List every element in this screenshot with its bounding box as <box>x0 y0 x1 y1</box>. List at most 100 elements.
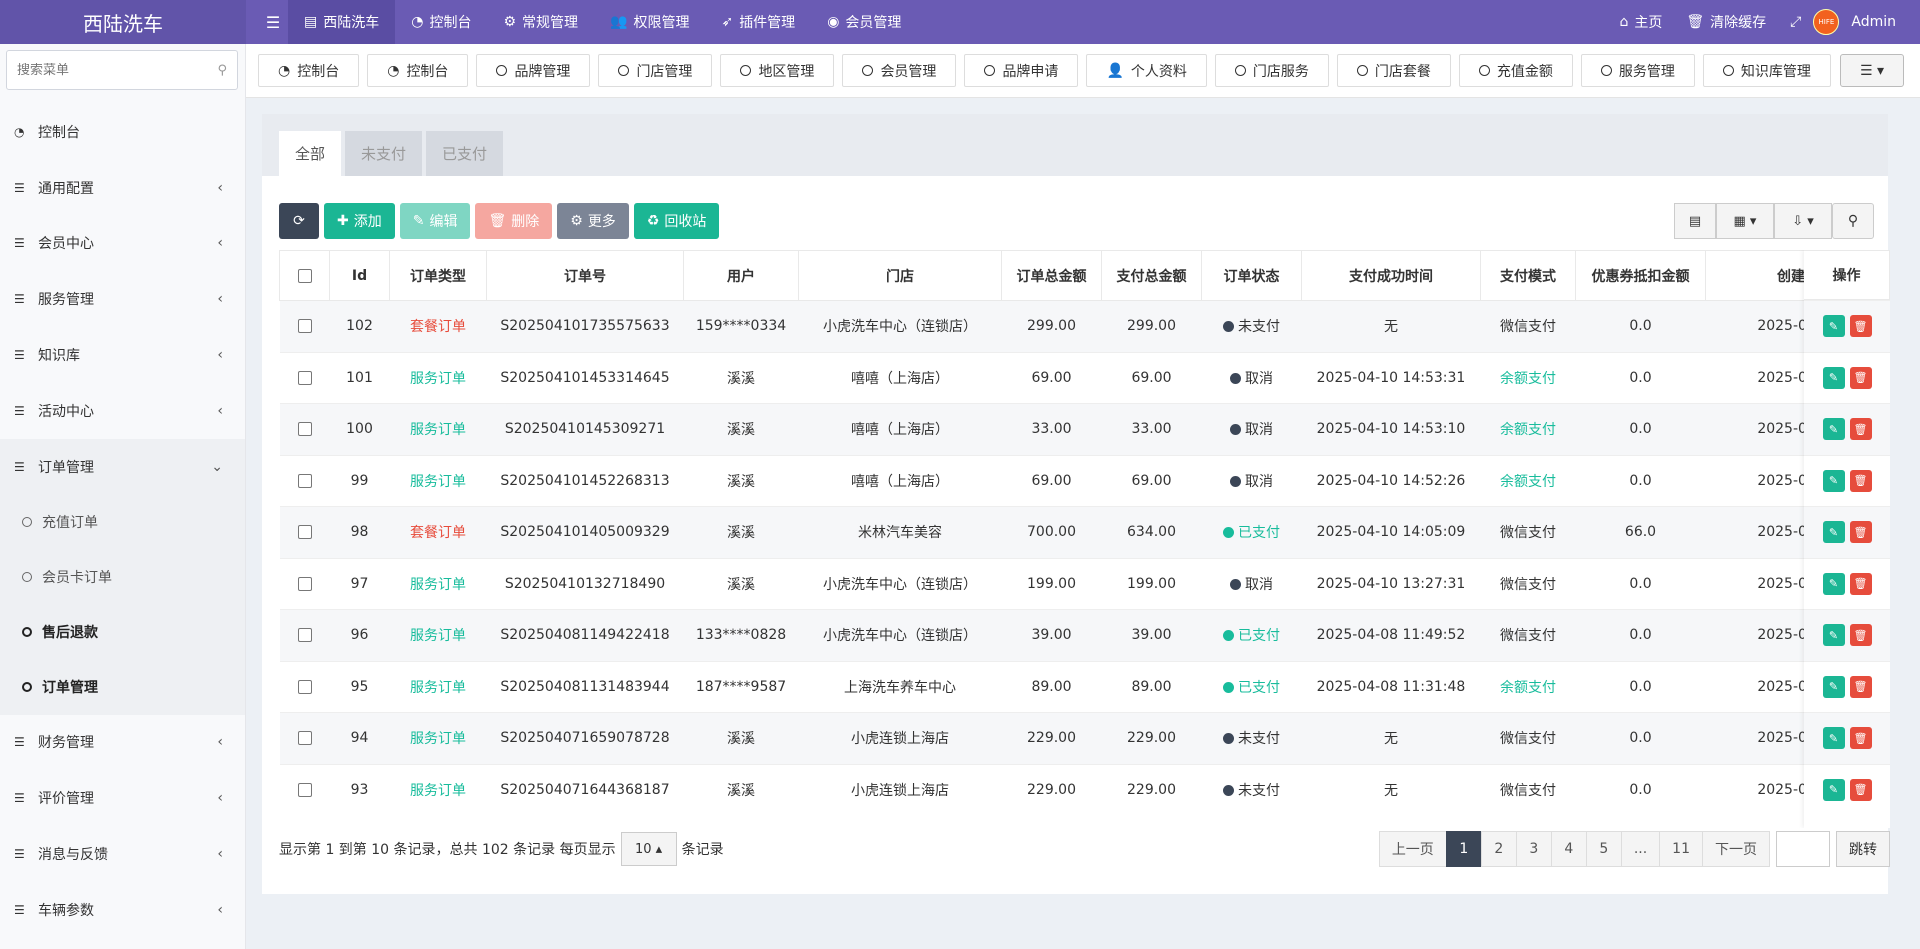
search-input[interactable] <box>17 62 197 78</box>
page-button[interactable]: 5 <box>1585 831 1622 867</box>
jump-page-input[interactable] <box>1776 831 1830 867</box>
row-checkbox[interactable] <box>297 576 312 591</box>
tab-0[interactable]: ◔ 控制台 <box>258 54 360 87</box>
app-logo[interactable]: 西陆洗车 <box>0 0 246 44</box>
page-button[interactable]: 下一页 <box>1702 831 1770 867</box>
delete-row-button[interactable]: 🗑 <box>1849 521 1872 544</box>
page-size-select[interactable]: 10 ▴ <box>620 832 677 866</box>
jump-button[interactable]: 跳转 <box>1836 831 1890 867</box>
table-search-button[interactable]: ⚲ <box>1832 203 1874 239</box>
row-checkbox[interactable] <box>297 679 312 694</box>
tab-3[interactable]: 门店管理 <box>598 54 713 87</box>
sidebar-item2-3[interactable]: ☰ 车辆参数 ‹ <box>0 882 245 938</box>
tab-7[interactable]: 👤 个人资料 <box>1086 54 1207 87</box>
export-button[interactable]: ⇩ ▾ <box>1774 203 1832 239</box>
edit-row-button[interactable]: ✎ <box>1822 521 1845 544</box>
filter-tab-2[interactable]: 已支付 <box>426 131 504 176</box>
page-button[interactable]: 2 <box>1480 831 1517 867</box>
page-button[interactable]: 1 <box>1445 831 1482 867</box>
row-checkbox[interactable] <box>297 525 312 540</box>
page-button[interactable]: 上一页 <box>1378 831 1447 867</box>
edit-row-button[interactable]: ✎ <box>1822 727 1845 750</box>
delete-row-button[interactable]: 🗑 <box>1849 469 1872 492</box>
toggle-view-button[interactable]: ▤ <box>1674 203 1716 239</box>
page-button[interactable]: 3 <box>1515 831 1552 867</box>
filter-tab-1[interactable]: 未支付 <box>345 131 423 176</box>
row-checkbox[interactable] <box>297 731 312 746</box>
edit-row-button[interactable]: ✎ <box>1822 315 1845 338</box>
delete-row-button[interactable]: 🗑 <box>1849 366 1872 389</box>
tab-1[interactable]: ◔ 控制台 <box>367 54 469 87</box>
sidebar-toggle-icon[interactable]: ☰ <box>258 13 288 32</box>
tab-9[interactable]: 门店套餐 <box>1336 54 1451 87</box>
row-checkbox[interactable] <box>297 422 312 437</box>
tabs-menu-button[interactable]: ☰ ▾ <box>1840 54 1904 87</box>
edit-row-button[interactable]: ✎ <box>1822 675 1845 698</box>
page-button[interactable]: 11 <box>1659 831 1703 867</box>
table-row[interactable]: 96 服务订单 S202504081149422418 133****0828 小虎洗车… <box>279 609 1890 661</box>
row-checkbox[interactable] <box>297 473 312 488</box>
sidebar-item-2[interactable]: ☰ 会员中心 ‹ <box>0 216 245 272</box>
edit-row-button[interactable]: ✎ <box>1822 624 1845 647</box>
tab-4[interactable]: 地区管理 <box>720 54 835 87</box>
clear-cache-button[interactable]: 🗑 清除缓存 <box>1674 12 1778 32</box>
menu-search[interactable]: ⚲ <box>6 50 238 90</box>
edit-row-button[interactable]: ✎ <box>1822 778 1845 801</box>
home-link[interactable]: ⌂ 主页 <box>1608 12 1675 32</box>
row-checkbox[interactable] <box>297 783 312 797</box>
sidebar-item-0[interactable]: ◔ 控制台 <box>0 104 245 160</box>
edit-row-button[interactable]: ✎ <box>1822 366 1845 389</box>
row-checkbox[interactable] <box>297 319 312 334</box>
table-row[interactable]: 102 套餐订单 S202504101735575633 159****0334 小虎洗… <box>279 300 1890 352</box>
delete-row-button[interactable]: 🗑 <box>1849 675 1872 698</box>
sidebar-item2-1[interactable]: ☰ 评价管理 ‹ <box>0 770 245 826</box>
topnav-item-2[interactable]: ⚙ 常规管理 <box>487 0 594 44</box>
edit-row-button[interactable]: ✎ <box>1822 572 1845 595</box>
edit-row-button[interactable]: ✎ <box>1822 469 1845 492</box>
topnav-item-4[interactable]: ➶ 插件管理 <box>705 0 811 44</box>
sidebar-item-6[interactable]: ☰ 订单管理 ⌄ <box>0 438 245 495</box>
delete-row-button[interactable]: 🗑 <box>1849 315 1872 338</box>
sidebar-subitem-3[interactable]: 订单管理 <box>0 660 245 715</box>
user-menu[interactable]: Admin <box>1851 14 1896 30</box>
sidebar-subitem-0[interactable]: 充值订单 <box>0 495 245 550</box>
refresh-button[interactable]: ⟳ <box>279 203 319 239</box>
sidebar-item-4[interactable]: ☰ 知识库 ‹ <box>0 327 245 383</box>
row-checkbox[interactable] <box>297 370 312 385</box>
tab-12[interactable]: 知识库管理 <box>1702 54 1831 87</box>
delete-row-button[interactable]: 🗑 <box>1849 572 1872 595</box>
sidebar-item-3[interactable]: ☰ 服务管理 ‹ <box>0 271 245 327</box>
delete-row-button[interactable]: 🗑 <box>1849 624 1872 647</box>
table-row[interactable]: 100 服务订单 S20250410145309271 溪溪 嘻嘻（上海店） 33.00 3… <box>279 403 1890 455</box>
sidebar-item2-2[interactable]: ☰ 消息与反馈 ‹ <box>0 826 245 882</box>
table-row[interactable]: 101 服务订单 S202504101453314645 溪溪 嘻嘻（上海店） 69.00… <box>279 351 1890 404</box>
avatar[interactable]: HIFE <box>1813 9 1840 35</box>
sidebar-subitem-2[interactable]: 售后退款 <box>0 605 245 660</box>
columns-button[interactable]: ▦ ▾ <box>1716 203 1774 239</box>
sidebar-item-1[interactable]: ☰ 通用配置 ‹ <box>0 160 245 216</box>
recycle-bin-button[interactable]: ♻ 回收站 <box>633 203 720 239</box>
tab-11[interactable]: 服务管理 <box>1580 54 1695 87</box>
table-row[interactable]: 95 服务订单 S202504081131483944 187****9587 上海洗车… <box>279 660 1890 713</box>
page-button[interactable]: ... <box>1620 831 1661 867</box>
table-row[interactable]: 94 服务订单 S202504071659078728 溪溪 小虎连锁上海店 229.00… <box>279 712 1890 764</box>
table-row[interactable]: 97 服务订单 S20250410132718490 溪溪 小虎洗车中心（连锁店） 199… <box>279 557 1890 610</box>
tab-10[interactable]: 充值金额 <box>1458 54 1573 87</box>
table-row[interactable]: 93 服务订单 S202504071644368187 溪溪 小虎连锁上海店 229.00… <box>279 763 1890 816</box>
edit-button[interactable]: ✎ 编辑 <box>399 203 471 239</box>
topnav-item-0[interactable]: ▤ 西陆洗车 <box>288 0 396 44</box>
tab-8[interactable]: 门店服务 <box>1214 54 1329 87</box>
table-row[interactable]: 99 服务订单 S202504101452268313 溪溪 嘻嘻（上海店） 69.00 6… <box>279 454 1890 507</box>
row-checkbox[interactable] <box>297 628 312 643</box>
delete-row-button[interactable]: 🗑 <box>1849 418 1872 441</box>
tab-2[interactable]: 品牌管理 <box>476 54 591 87</box>
page-button[interactable]: 4 <box>1550 831 1587 867</box>
delete-row-button[interactable]: 🗑 <box>1849 778 1872 801</box>
sidebar-item-5[interactable]: ☰ 活动中心 ‹ <box>0 383 245 439</box>
tab-5[interactable]: 会员管理 <box>842 54 957 87</box>
sidebar-item2-0[interactable]: ☰ 财务管理 ‹ <box>0 715 245 771</box>
table-row[interactable]: 98 套餐订单 S202504101405009329 溪溪 米林汽车美容 700.00 6… <box>279 506 1890 558</box>
fullscreen-icon[interactable]: ⤢ <box>1778 14 1813 30</box>
sidebar-subitem-1[interactable]: 会员卡订单 <box>0 550 245 605</box>
more-button[interactable]: ⚙ 更多 <box>557 203 629 239</box>
